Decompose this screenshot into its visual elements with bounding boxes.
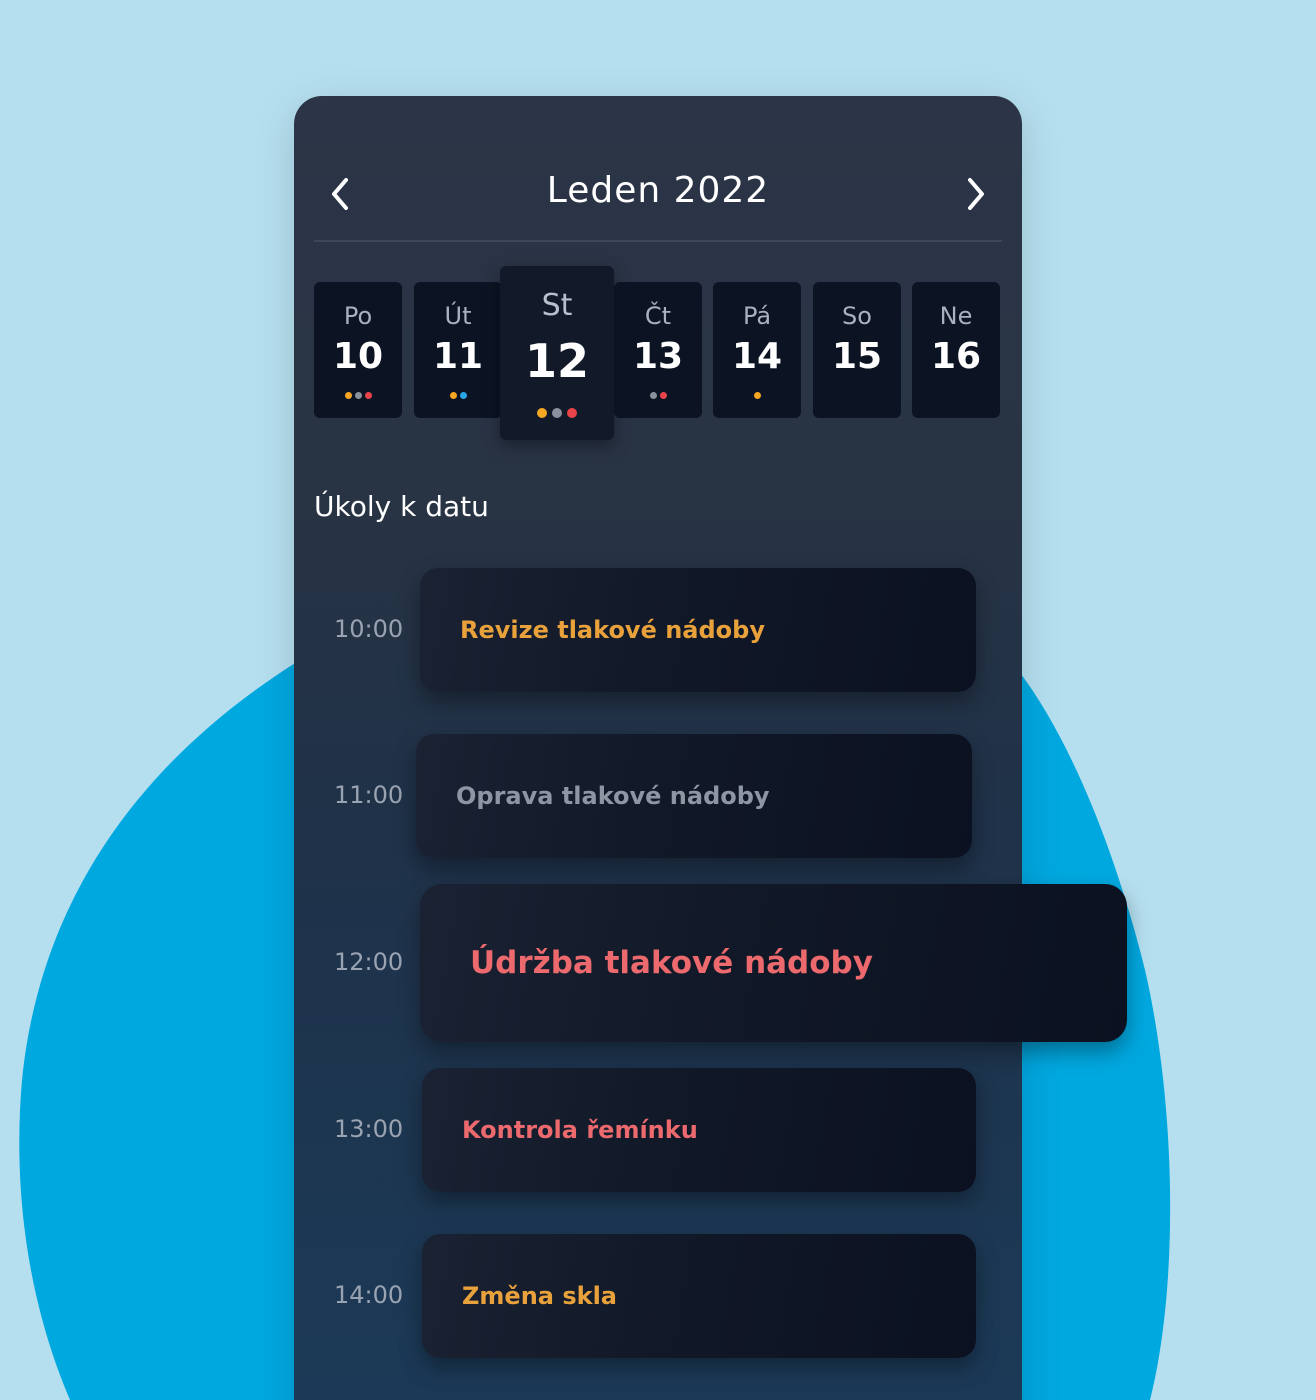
- stage: Leden 2022 Po 10 Út 11 St 12 Čt 13 Pá 14 So 15 Ne 16 …: [0, 0, 1316, 1400]
- task-label: Revize tlakové nádoby: [460, 616, 765, 644]
- day-number: 14: [731, 336, 783, 377]
- task-time: 13:00: [334, 1115, 404, 1143]
- day-name: St: [541, 288, 573, 323]
- event-dot: [449, 392, 457, 399]
- event-dots: [414, 392, 502, 399]
- day-15[interactable]: So 15: [813, 282, 901, 418]
- task-card[interactable]: Revize tlakové nádoby: [420, 568, 976, 692]
- day-name: Po: [343, 302, 373, 330]
- event-dot: [364, 392, 372, 399]
- event-dot: [344, 392, 352, 399]
- header-divider: [314, 240, 1002, 242]
- event-dots: [713, 392, 801, 399]
- event-dot: [354, 392, 362, 399]
- day-number: 12: [524, 334, 589, 388]
- day-11[interactable]: Út 11: [414, 282, 502, 418]
- day-14[interactable]: Pá 14: [713, 282, 801, 418]
- day-number: 16: [930, 336, 982, 377]
- day-number: 13: [632, 336, 684, 377]
- tasks-section-title: Úkoly k datu: [314, 490, 489, 523]
- day-13[interactable]: Čt 13: [614, 282, 702, 418]
- task-time: 10:00: [334, 615, 404, 643]
- day-name: Čt: [644, 302, 672, 330]
- event-dot: [537, 408, 547, 418]
- day-number: 15: [831, 336, 883, 377]
- event-dot: [567, 408, 577, 418]
- task-label: Změna skla: [462, 1282, 617, 1310]
- day-number: 11: [432, 336, 484, 377]
- day-10[interactable]: Po 10: [314, 282, 402, 418]
- task-label: Oprava tlakové nádoby: [456, 782, 770, 810]
- calendar-panel: Leden 2022 Po 10 Út 11 St 12 Čt 13 Pá 14 So 15 Ne 16 …: [294, 96, 1127, 1400]
- day-name: Ne: [939, 302, 973, 330]
- task-label: Kontrola řemínku: [462, 1116, 698, 1144]
- day-12[interactable]: St 12: [500, 266, 614, 440]
- task-time: 14:00: [334, 1281, 404, 1309]
- task-label: Údržba tlakové nádoby: [470, 945, 873, 981]
- day-name: Pá: [742, 302, 772, 330]
- task-time: 12:00: [334, 948, 404, 976]
- task-time: 11:00: [334, 781, 404, 809]
- event-dot: [459, 392, 467, 399]
- event-dot: [552, 408, 562, 418]
- task-card[interactable]: Změna skla: [422, 1234, 976, 1358]
- task-card[interactable]: Kontrola řemínku: [422, 1068, 976, 1192]
- task-card[interactable]: Údržba tlakové nádoby: [420, 884, 1127, 1042]
- month-title: Leden 2022: [546, 170, 770, 211]
- event-dots: [614, 392, 702, 399]
- task-card[interactable]: Oprava tlakové nádoby: [416, 734, 972, 858]
- event-dot: [649, 392, 657, 399]
- next-month-button[interactable]: [956, 174, 996, 214]
- event-dot: [753, 392, 761, 399]
- event-dots: [314, 392, 402, 399]
- chevron-right-icon: [968, 178, 984, 210]
- day-name: So: [842, 302, 872, 330]
- day-name: Út: [444, 302, 472, 330]
- day-number: 10: [332, 336, 384, 377]
- event-dot: [659, 392, 667, 399]
- day-16[interactable]: Ne 16: [912, 282, 1000, 418]
- calendar-header: Leden 2022: [294, 96, 1022, 242]
- event-dots: [500, 408, 614, 418]
